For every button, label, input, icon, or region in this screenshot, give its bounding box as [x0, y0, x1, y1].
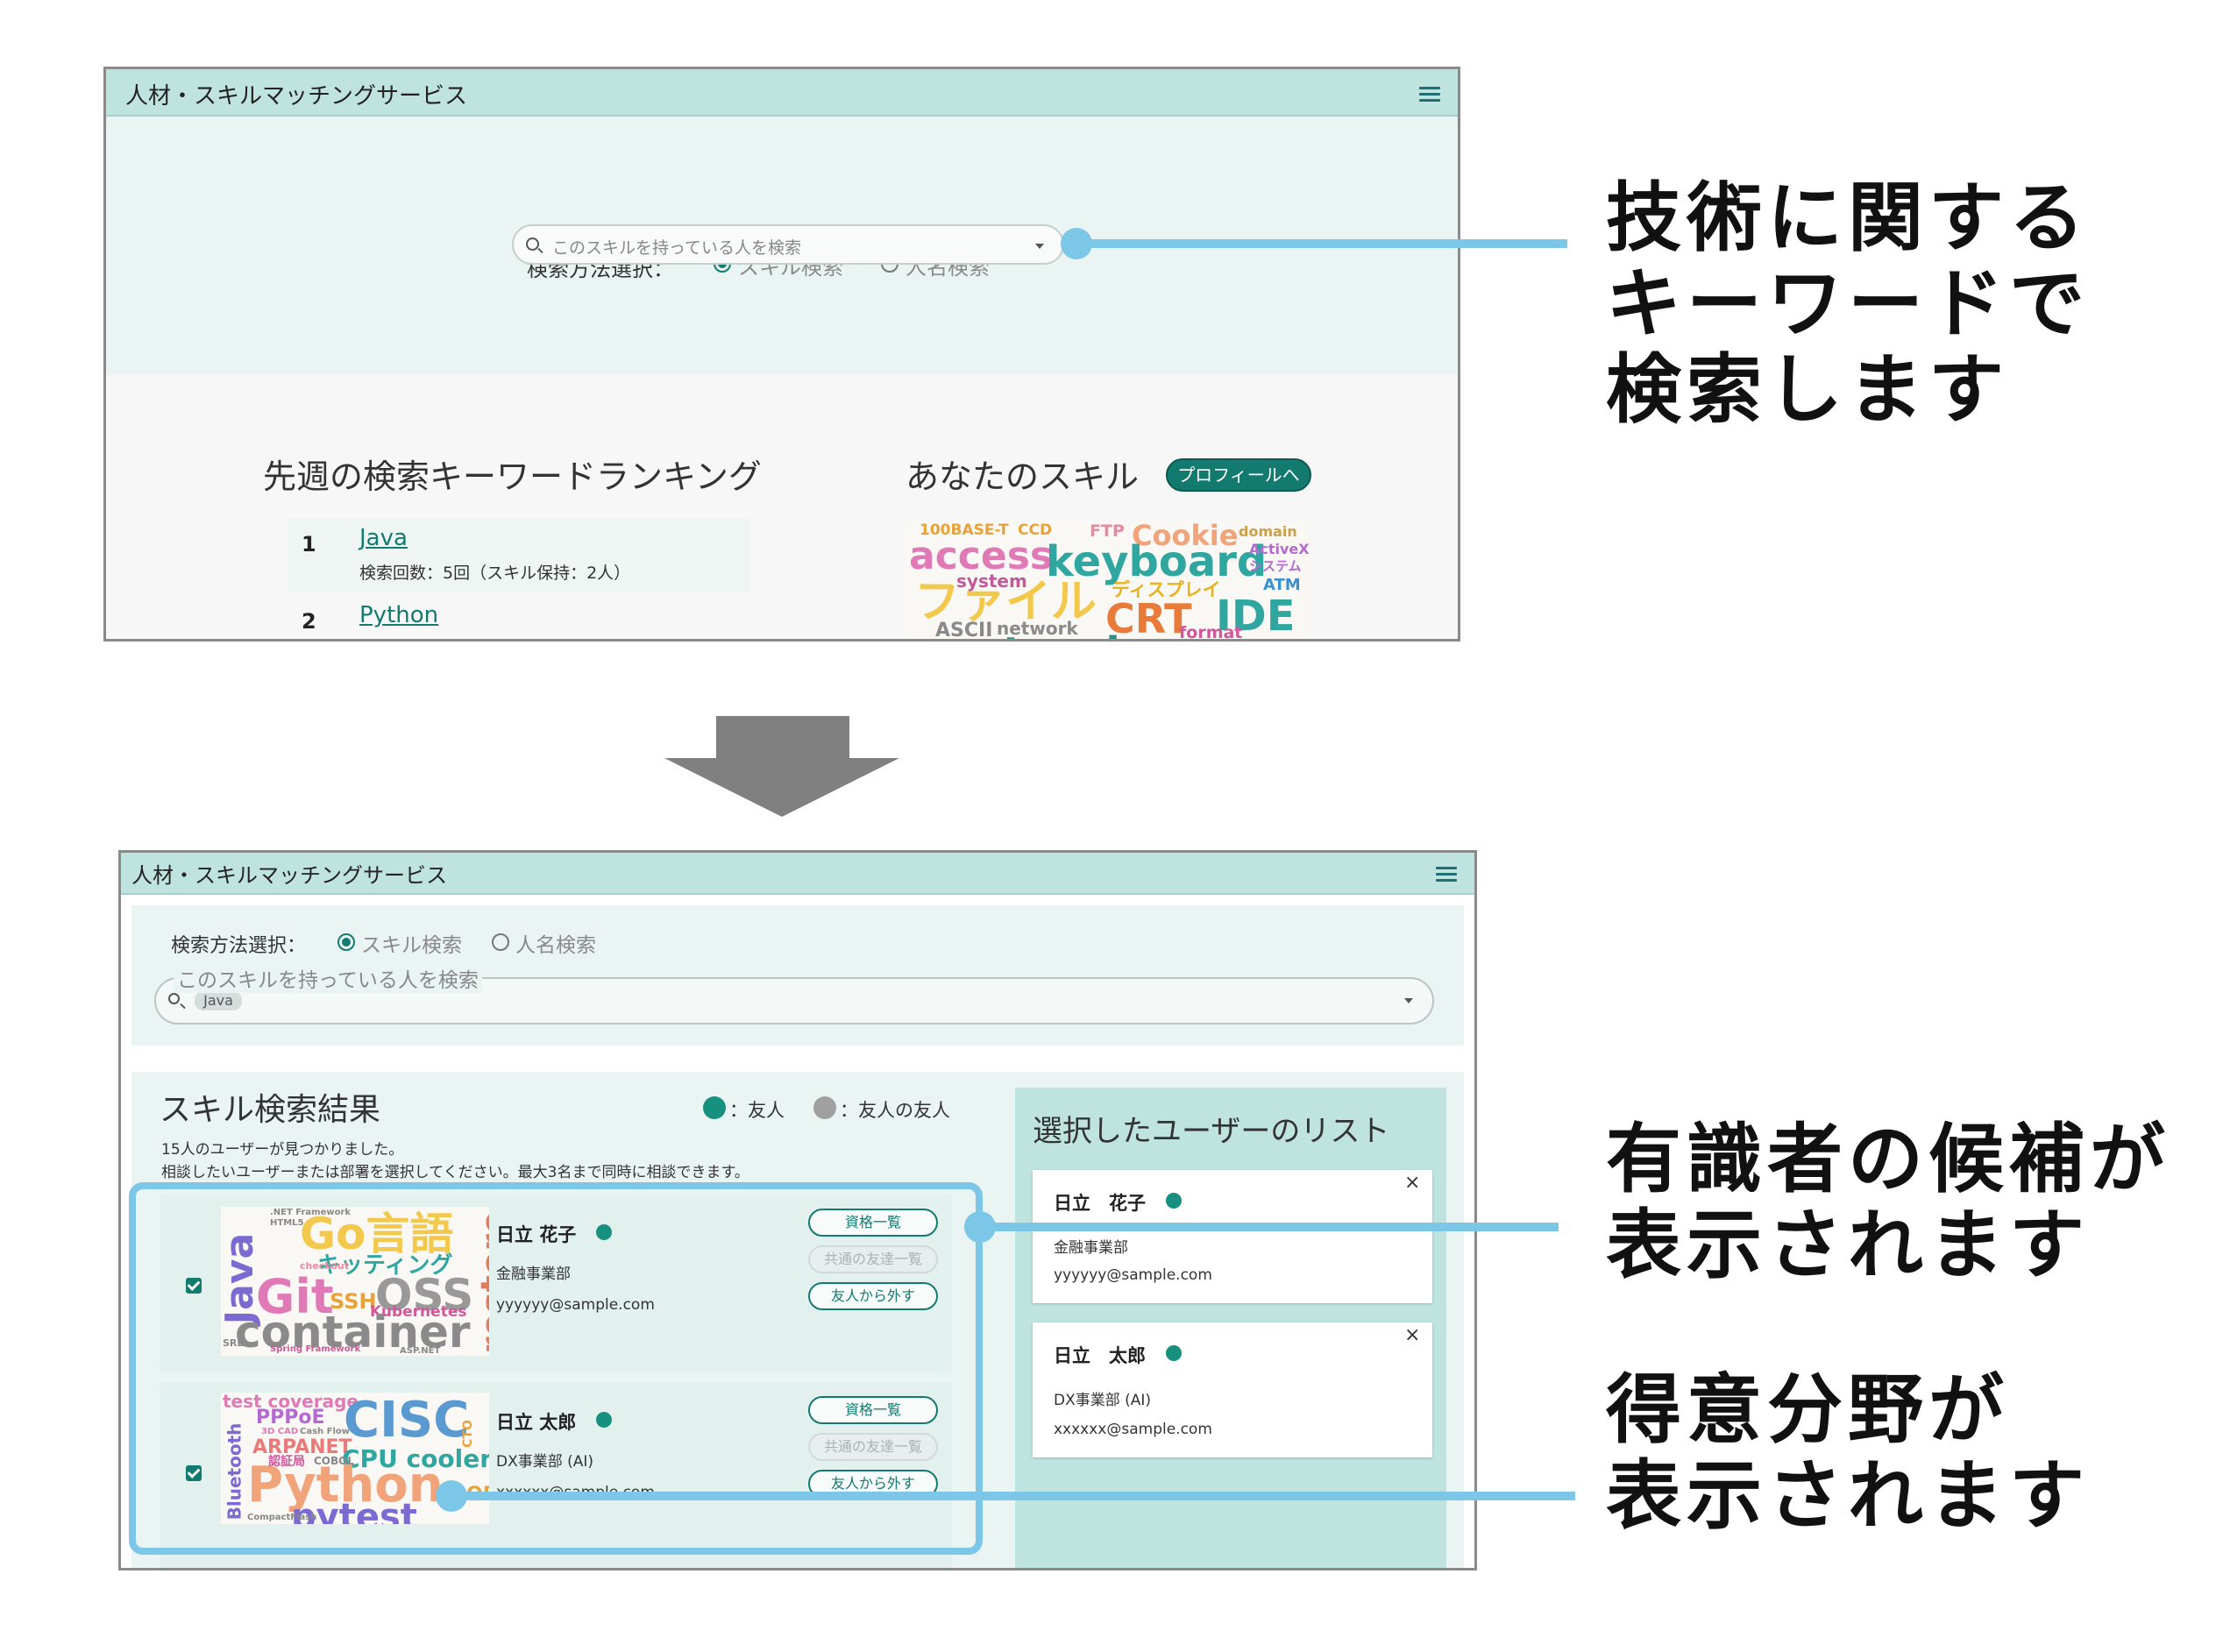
app-bar: 人材・スキルマッチングサービス	[106, 69, 1458, 117]
callout-dot	[436, 1480, 467, 1512]
selected-user-name: 日立 花子	[1054, 1193, 1146, 1214]
ranking-item: 2 Python	[288, 595, 750, 639]
callout-line	[451, 1492, 1575, 1500]
ranking-item: 1 Java 検索回数：5回（スキル保持：2人）	[288, 518, 750, 592]
rank-keyword-link[interactable]: Python	[359, 602, 438, 628]
results-hint: 相談したいユーザーまたは部署を選択してください。最大3名まで同時に相談できます。	[161, 1164, 749, 1181]
selected-user-card: × 日立 太郎 DX事業部 (AI) xxxxxx@sample.com	[1033, 1322, 1432, 1457]
app-title: 人材・スキルマッチングサービス	[125, 83, 468, 110]
search-icon	[168, 993, 180, 1004]
app-title: 人材・スキルマッチングサービス	[131, 863, 447, 888]
selected-list-title: 選択したユーザーのリスト	[1033, 1114, 1390, 1149]
radio-skill-search-label: スキル検索	[361, 934, 462, 957]
callout-line	[1076, 239, 1567, 248]
friend-of-friend-legend-label: ：友人の友人	[840, 1100, 950, 1121]
search-method-label: 検索方法選択：	[171, 935, 307, 957]
callout-search-line-3: 検索します	[1606, 346, 2009, 434]
transition-arrow-icon	[716, 716, 849, 758]
selected-user-name: 日立 太郎	[1054, 1345, 1146, 1366]
remove-user-close-icon[interactable]: ×	[1404, 1324, 1420, 1346]
dropdown-caret-icon[interactable]	[1035, 244, 1044, 249]
your-skills-title: あなたのスキル	[906, 457, 1140, 496]
callout-candidates-line-1: 有識者の候補が	[1606, 1116, 2170, 1203]
selected-user-email: yyyyyy@sample.com	[1054, 1266, 1212, 1284]
remove-user-close-icon[interactable]: ×	[1404, 1172, 1420, 1194]
callout-search-line-2: キーワードで	[1606, 260, 2090, 348]
callout-line	[980, 1223, 1559, 1231]
profile-button[interactable]: プロフィールへ	[1166, 458, 1311, 492]
selected-user-department: DX事業部 (AI)	[1054, 1392, 1152, 1409]
search-icon	[526, 238, 539, 251]
callout-dot	[1061, 228, 1092, 259]
your-skill-word-cloud: 100BASE-T CCD FTP Cookie domain access k…	[906, 521, 1309, 642]
rank-number: 2	[302, 609, 316, 634]
ranking-title: 先週の検索キーワードランキング	[263, 457, 762, 496]
rank-keyword-link[interactable]: Java	[359, 525, 408, 551]
hamburger-menu-icon[interactable]	[1419, 87, 1440, 103]
skill-search-input[interactable]: このスキルを持っている人を検索	[512, 224, 1064, 265]
friend-status-dot	[1166, 1193, 1182, 1209]
callout-expertise-line-1: 得意分野が	[1606, 1366, 2009, 1454]
callout-expertise-line-2: 表示されます	[1606, 1452, 2090, 1540]
search-tag-chip[interactable]: Java	[195, 991, 242, 1010]
cloud-word: format	[1179, 623, 1243, 642]
cloud-word: システム	[1249, 558, 1302, 574]
friend-legend-dot	[703, 1096, 726, 1119]
transition-arrow-head-icon	[664, 758, 899, 817]
selected-user-card: × 日立 花子 金融事業部 yyyyyy@sample.com	[1033, 1170, 1432, 1303]
search-field-label: このスキルを持っている人を検索	[174, 963, 482, 993]
callout-search-line-1: 技術に関する	[1606, 174, 2090, 262]
callout-dot	[964, 1211, 996, 1243]
search-placeholder: このスキルを持っている人を検索	[552, 238, 802, 258]
dropdown-caret-icon[interactable]	[1404, 998, 1413, 1003]
results-title: スキル検索結果	[160, 1092, 381, 1128]
app-bar: 人材・スキルマッチングサービス	[121, 853, 1474, 895]
results-count: 15人のユーザーが見つかりました。	[161, 1141, 404, 1159]
cloud-word: protocol	[923, 632, 1120, 639]
radio-name-search[interactable]	[492, 933, 509, 951]
friend-status-dot	[1166, 1345, 1182, 1361]
callout-candidates-line-2: 表示されます	[1606, 1202, 2090, 1289]
friend-legend-label: ：友人	[729, 1100, 785, 1121]
screenshot-search-page: 人材・スキルマッチングサービス 検索方法選択： スキル検索 人名検索 このスキル…	[103, 67, 1460, 642]
radio-name-search-label: 人名検索	[515, 934, 596, 957]
cloud-word: ActiveX	[1249, 541, 1309, 557]
radio-skill-search[interactable]	[337, 933, 355, 951]
selected-user-department: 金融事業部	[1054, 1239, 1128, 1257]
rank-number: 1	[302, 532, 316, 557]
friend-of-friend-legend-dot	[813, 1096, 836, 1119]
rank-detail: 検索回数：5回（スキル保持：2人）	[359, 564, 631, 583]
selected-user-email: xxxxxx@sample.com	[1054, 1421, 1212, 1438]
hamburger-menu-icon[interactable]	[1436, 867, 1457, 883]
